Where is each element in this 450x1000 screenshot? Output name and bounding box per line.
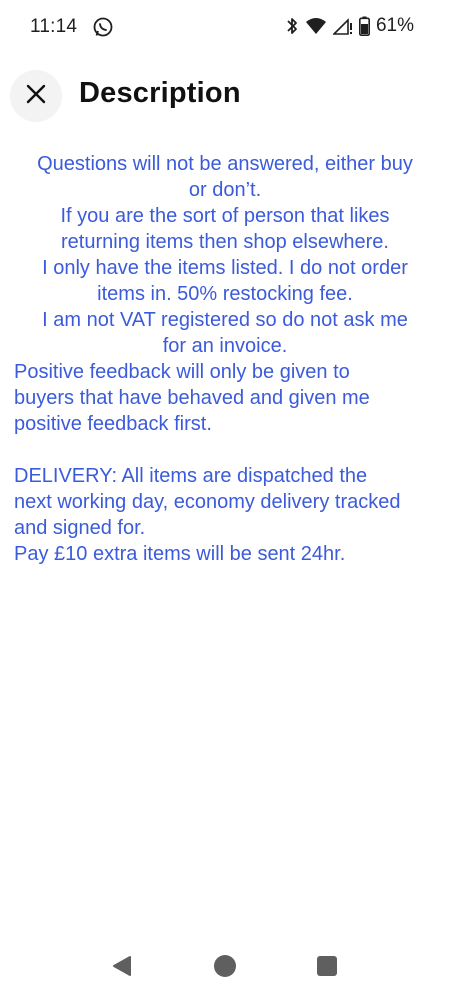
whatsapp-icon <box>92 16 114 38</box>
home-icon[interactable] <box>214 955 236 977</box>
description-line: or don’t. <box>188 179 262 201</box>
recents-icon[interactable] <box>317 956 337 976</box>
back-icon[interactable] <box>110 954 134 978</box>
description-text: Questions will not be answered, either b… <box>14 151 436 567</box>
status-time: 11:14 <box>30 16 78 37</box>
navigation-bar <box>0 936 450 1000</box>
battery-icon <box>358 16 370 36</box>
description-line: items in. 50% restocking fee. <box>97 283 353 305</box>
description-line: and signed for. <box>14 517 146 539</box>
bluetooth-icon <box>285 16 299 36</box>
description-line: DELIVERY: All items are dispatched the <box>14 465 368 487</box>
screen: 11:14 61% Description Questions will not… <box>0 0 450 1000</box>
description-line: I only have the items listed. I do not o… <box>42 257 408 279</box>
status-icons: 61% <box>285 15 414 37</box>
status-bar: 11:14 61% <box>0 0 450 56</box>
description-line: positive feedback first. <box>14 413 212 435</box>
description-line: If you are the sort of person that likes <box>60 205 390 227</box>
signal-icon <box>332 17 353 35</box>
battery-percent: 61% <box>375 15 414 36</box>
page-title: Description <box>79 77 241 109</box>
description-line: I am not VAT registered so do not ask me <box>42 309 408 331</box>
description-line: Questions will not be answered, either b… <box>37 153 413 175</box>
wifi-icon <box>305 17 327 35</box>
description-line: next working day, economy delivery track… <box>14 491 401 513</box>
description-line: buyers that have behaved and given me <box>14 387 370 409</box>
header: Description <box>0 68 450 126</box>
description-line: Positive feedback will only be given to <box>14 361 350 383</box>
close-button[interactable] <box>10 70 62 122</box>
description-line: Pay £10 extra items will be sent 24hr. <box>14 543 346 565</box>
close-icon <box>25 83 47 110</box>
description-line: for an invoice. <box>162 335 288 357</box>
description-line: returning items then shop elsewhere. <box>61 231 389 253</box>
